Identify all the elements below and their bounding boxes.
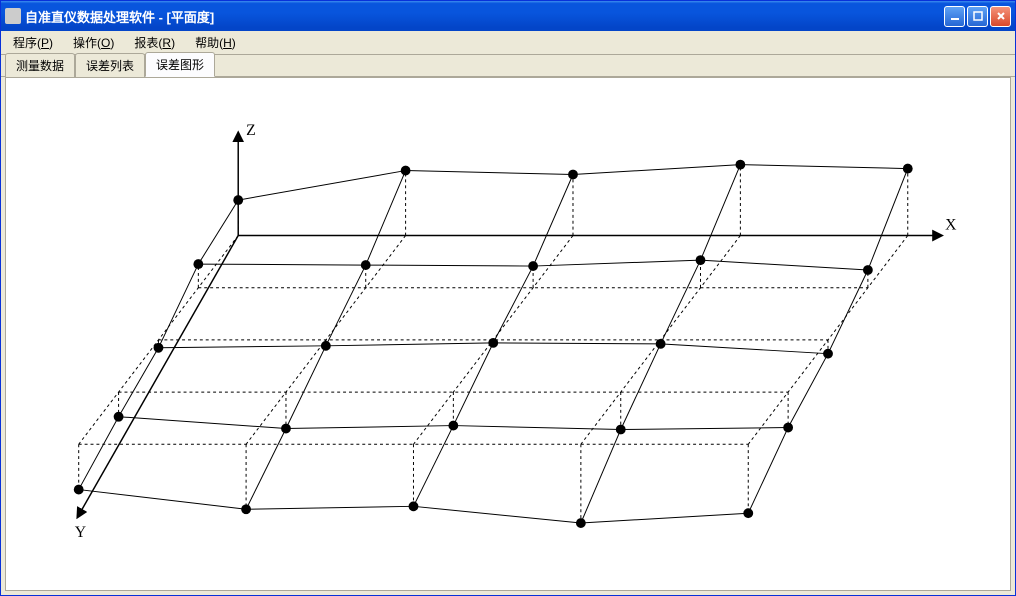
minimize-button[interactable] (944, 6, 965, 27)
chart-canvas: Z X Y (5, 77, 1011, 591)
menu-program[interactable]: 程序(P) (7, 32, 59, 53)
surface-mesh (74, 160, 913, 528)
surface-3d-plot: Z X Y (6, 78, 1010, 590)
axes: Z X Y (75, 122, 957, 541)
minimize-icon (950, 11, 960, 21)
axis-label-y: Y (75, 524, 86, 541)
axis-label-z: Z (246, 122, 256, 139)
app-window: 自准直仪数据处理软件 - [平面度] 程序(P) 操作(O) 报表(R) 帮助(… (0, 0, 1016, 596)
tab-measurement-data[interactable]: 测量数据 (5, 53, 75, 77)
tab-error-list[interactable]: 误差列表 (75, 53, 145, 77)
maximize-icon (973, 11, 983, 21)
maximize-button[interactable] (967, 6, 988, 27)
close-icon (996, 11, 1006, 21)
menu-report[interactable]: 报表(R) (128, 32, 181, 53)
menu-operation[interactable]: 操作(O) (67, 32, 120, 53)
menu-help[interactable]: 帮助(H) (189, 32, 242, 53)
tab-error-graph[interactable]: 误差图形 (145, 52, 215, 77)
close-button[interactable] (990, 6, 1011, 27)
tabbar: 测量数据 误差列表 误差图形 (1, 55, 1015, 77)
axis-label-x: X (945, 217, 957, 234)
app-icon (5, 8, 21, 24)
titlebar: 自准直仪数据处理软件 - [平面度] (1, 1, 1015, 31)
window-controls (944, 6, 1011, 27)
titlebar-text: 自准直仪数据处理软件 - [平面度] (25, 7, 944, 26)
